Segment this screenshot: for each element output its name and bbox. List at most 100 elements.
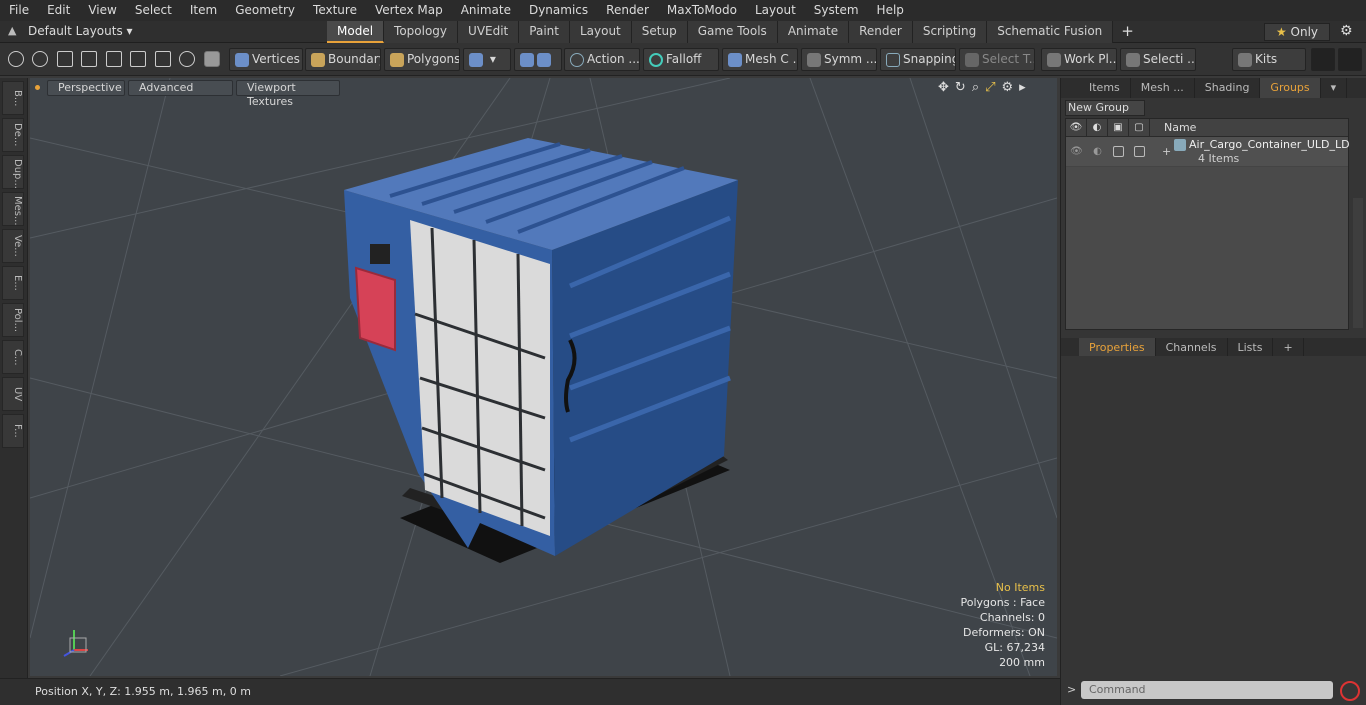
lock-header-icon[interactable]: ▣ [1108,119,1129,137]
left-tab-mesh-edit[interactable]: Mes... [2,192,24,226]
add-tab-icon[interactable]: + [1113,21,1142,43]
select-header-icon[interactable]: ▢ [1129,119,1150,137]
left-tab-uv[interactable]: UV [2,377,24,411]
left-tab-vertex[interactable]: Ve... [2,229,24,263]
pen-icon[interactable] [57,51,73,67]
item-mode-dropdown[interactable]: ▾ [463,48,511,71]
viewport-gear-icon[interactable]: ⚙ [1002,80,1020,95]
eye-icon[interactable]: 👁 [1066,143,1087,161]
tab-scripting[interactable]: Scripting [912,21,988,43]
name-column-header[interactable]: Name [1164,121,1196,134]
menu-file[interactable]: File [0,0,38,21]
tab-properties[interactable]: Properties [1079,338,1156,356]
tab-layout[interactable]: Layout [569,21,632,43]
shading-mode-button[interactable]: Advanced [128,80,233,96]
gear-icon[interactable]: ⚙ [1340,23,1353,39]
viewport-textures-button[interactable]: Viewport Textures [236,80,340,108]
lock-checkbox[interactable] [1113,146,1124,157]
shield-icon[interactable] [204,51,220,67]
tab-topology[interactable]: Topology [384,21,459,43]
left-tab-deform[interactable]: De... [2,118,24,152]
tab-model[interactable]: Model [327,21,385,43]
symmetry-button[interactable]: Symm ... [801,48,877,71]
unity-icon[interactable] [1311,48,1335,71]
menu-help[interactable]: Help [868,0,913,21]
falloff-button[interactable]: Falloff [643,48,719,71]
expand-icon[interactable]: + [1162,145,1171,158]
action-center-button[interactable]: Action ... [564,48,640,71]
tab-channels[interactable]: Channels [1156,338,1228,356]
menu-texture[interactable]: Texture [304,0,366,21]
tab-animate[interactable]: Animate [777,21,850,43]
rotate-icon[interactable]: ↻ [955,80,972,95]
left-tab-curve[interactable]: C... [2,340,24,374]
groups-scrollbar[interactable] [1353,198,1363,328]
menu-vertex-map[interactable]: Vertex Map [366,0,452,21]
visibility-header-icon[interactable]: 👁 [1066,119,1087,137]
left-tab-polygon[interactable]: Pol... [2,303,24,337]
menu-system[interactable]: System [805,0,868,21]
left-tab-fusion[interactable]: F... [2,414,24,448]
menu-edit[interactable]: Edit [38,0,79,21]
render-icon[interactable]: ◐ [1087,143,1108,161]
vertices-button[interactable]: Vertices [229,48,303,71]
pan-icon[interactable]: ✥ [938,80,955,95]
menu-maxtomodo[interactable]: MaxToModo [658,0,746,21]
mesh-constraint-button[interactable]: Mesh C ... [722,48,798,71]
command-input[interactable]: Command [1081,681,1333,699]
group-row[interactable]: 👁 ◐ + Air_Cargo_Container_ULD_LD... 4 It… [1066,137,1349,167]
render-header-icon[interactable]: ◐ [1087,119,1108,137]
collapse-icon[interactable]: ▲ [8,24,16,37]
tab-groups[interactable]: Groups [1260,78,1321,98]
zoom-icon[interactable]: ⌕ [972,80,985,95]
tab-render[interactable]: Render [849,21,913,43]
menu-view[interactable]: View [79,0,125,21]
clock-icon[interactable] [179,51,195,67]
tab-game-tools[interactable]: Game Tools [687,21,778,43]
left-tab-edge[interactable]: E... [2,266,24,300]
menu-item[interactable]: Item [181,0,226,21]
record-icon[interactable] [1340,681,1360,701]
globe-icon[interactable] [32,51,48,67]
tab-dropdown-icon[interactable]: ▾ [1321,78,1348,98]
tab-setup[interactable]: Setup [631,21,688,43]
selection-mode-button[interactable] [514,48,562,71]
tab-paint[interactable]: Paint [519,21,570,43]
unreal-icon[interactable] [1338,48,1362,71]
tab-shading[interactable]: Shading [1195,78,1261,98]
circle-select-icon[interactable] [8,51,24,67]
select-through-button[interactable]: Select T... [959,48,1035,71]
new-group-button[interactable]: New Group [1065,100,1145,116]
layout-selector[interactable]: Default Layouts ▾ [28,24,133,38]
left-tab-basic[interactable]: B... [2,81,24,115]
center-icon[interactable] [155,51,171,67]
menu-animate[interactable]: Animate [452,0,520,21]
menu-render[interactable]: Render [597,0,658,21]
boundary-button[interactable]: Boundary [305,48,381,71]
select-checkbox[interactable] [1134,146,1145,157]
view-mode-button[interactable]: Perspective [47,80,125,96]
kits-button[interactable]: Kits [1232,48,1306,71]
tab-uvedit[interactable]: UVEdit [458,21,520,43]
only-toggle[interactable]: ★ Only [1264,23,1330,41]
work-plane-button[interactable]: Work Pl... [1041,48,1117,71]
tab-lists[interactable]: Lists [1228,338,1274,356]
tab-mesh[interactable]: Mesh ... [1131,78,1195,98]
menu-select[interactable]: Select [126,0,181,21]
menu-geometry[interactable]: Geometry [226,0,304,21]
stack-icon[interactable] [106,51,122,67]
polygons-button[interactable]: Polygons [384,48,460,71]
left-tab-duplicate[interactable]: Dup... [2,155,24,189]
transform-icon[interactable] [130,51,146,67]
brush-icon[interactable] [81,51,97,67]
add-panel-tab-icon[interactable]: + [1273,338,1304,356]
3d-viewport[interactable]: Perspective Advanced Viewport Textures ✥… [30,78,1057,676]
menu-layout[interactable]: Layout [746,0,805,21]
tab-items[interactable]: Items [1079,78,1131,98]
selection-sets-button[interactable]: Selecti ... [1120,48,1196,71]
cargo-container-model[interactable] [344,138,738,563]
viewport-menu-icon[interactable]: ▸ [1019,80,1032,95]
fit-icon[interactable]: ⤢ [985,80,1001,95]
menu-dynamics[interactable]: Dynamics [520,0,597,21]
tab-schematic-fusion[interactable]: Schematic Fusion [987,21,1114,43]
